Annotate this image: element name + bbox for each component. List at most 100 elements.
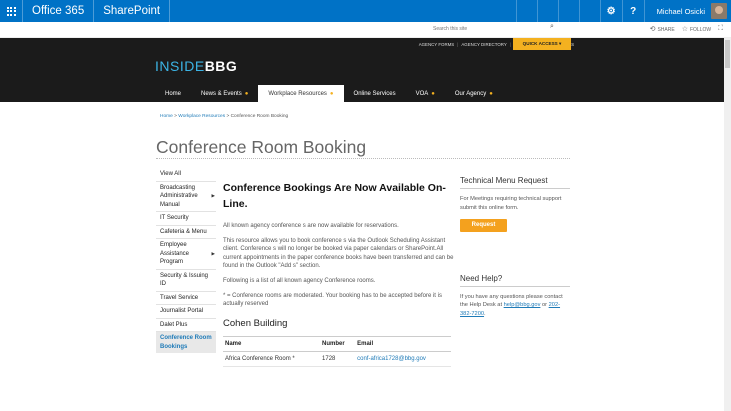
sharepoint-app-link[interactable]: SharePoint xyxy=(94,5,169,17)
nav-label: Home xyxy=(165,90,182,97)
need-help-title: Need Help? xyxy=(460,274,570,287)
content-paragraph: All known agency conference s are now av… xyxy=(223,223,399,229)
tech-request-text: For Meetings requiring technical support… xyxy=(460,196,562,211)
expand-arrow-icon[interactable]: ▶ xyxy=(212,250,215,259)
follow-label: FOLLOW xyxy=(689,27,712,33)
suite-bar: Office 365 SharePoint ⚙ ? Michael Osicki xyxy=(0,0,731,22)
breadcrumb-workplace-resources[interactable]: Workplace Resources xyxy=(178,114,225,119)
table-row: Africa Conference Room * 1728 conf-afric… xyxy=(223,351,451,367)
logo-bbg-text: BBG xyxy=(204,58,238,74)
user-menu[interactable]: Michael Osicki xyxy=(643,0,731,22)
room-email-link[interactable]: conf-africa1728@bbg.gov xyxy=(355,351,451,367)
nav-label: VOA xyxy=(415,90,429,97)
scrollbar-thumb[interactable] xyxy=(725,40,730,68)
nav-label: Workplace Resources xyxy=(268,90,327,97)
leftnav-label: Cafeteria & Menu xyxy=(160,228,207,235)
breadcrumb: Home > Workplace Resources > Conference … xyxy=(160,114,288,119)
search-input[interactable] xyxy=(430,23,561,35)
leftnav-dalet-plus[interactable]: Dalet Plus xyxy=(156,319,216,332)
conference-rooms-table: Name Number Email Africa Conference Room… xyxy=(223,335,451,367)
room-number: 1728 xyxy=(320,351,356,367)
tech-request-title: Technical Menu Request xyxy=(460,176,570,189)
leftnav-journalist-portal[interactable]: Journalist Portal xyxy=(156,305,216,319)
logo-inside-text: INSIDE xyxy=(155,58,205,74)
leftnav-label: Travel Service xyxy=(160,294,199,301)
content-paragraph: This resource allows you to book confere… xyxy=(223,237,454,270)
suite-blank-cell xyxy=(557,0,579,22)
settings-gear-icon[interactable]: ⚙ xyxy=(599,0,622,22)
request-button[interactable]: Request xyxy=(460,218,507,232)
nav-online-services[interactable]: Online Services xyxy=(344,85,406,102)
suite-blank-cell xyxy=(515,0,537,22)
user-name: Michael Osicki xyxy=(656,6,705,16)
leftnav-label: View All xyxy=(160,171,181,177)
share-icon: ⟲ xyxy=(649,26,656,33)
nav-workplace-resources[interactable]: Workplace Resources ● xyxy=(258,85,344,102)
leftnav-employee-assistance[interactable]: Employee Assistance Program ▶ xyxy=(156,239,216,270)
help-text: If you have any questions please contact… xyxy=(460,293,570,319)
content-paragraph: * = Conference rooms are moderated. Your… xyxy=(223,292,442,308)
utility-link-agency-directory[interactable]: AGENCY DIRECTORY xyxy=(461,42,506,47)
leftnav-cafeteria-menu[interactable]: Cafeteria & Menu xyxy=(156,226,216,239)
leftnav-label: IT Security xyxy=(160,215,189,221)
page-scrollbar[interactable] xyxy=(724,38,731,411)
follow-button[interactable]: ☆ FOLLOW xyxy=(682,25,711,33)
quick-access-button[interactable]: QUICK ACCESS ▾ xyxy=(513,38,571,50)
column-header-email: Email xyxy=(355,335,451,352)
app-launcher-button[interactable] xyxy=(0,0,22,22)
nav-label: Online Services xyxy=(353,90,396,97)
avatar xyxy=(711,3,727,19)
leftnav-label: Security & Issuing ID xyxy=(160,272,209,288)
leftnav-label: Broadcasting Administrative Manual xyxy=(160,184,198,208)
dropdown-dot-icon: ● xyxy=(489,90,493,97)
room-name: Africa Conference Room * xyxy=(223,351,321,367)
leftnav-view-all[interactable]: View All xyxy=(156,168,216,182)
help-text-end: . xyxy=(484,311,486,318)
content-paragraph: Following is a list of all known agency … xyxy=(223,277,376,284)
column-header-number: Number xyxy=(320,335,356,352)
dropdown-dot-icon: ● xyxy=(329,90,334,97)
help-email-link[interactable]: help@bbg.gov xyxy=(504,302,541,308)
left-nav: View All Broadcasting Administrative Man… xyxy=(156,168,216,353)
share-actions: ⟲ SHARE ☆ FOLLOW ⛶ xyxy=(650,25,725,33)
leftnav-it-security[interactable]: IT Security xyxy=(156,212,216,226)
suite-blank-cell xyxy=(536,0,558,22)
breadcrumb-current: Conference Room Booking xyxy=(230,114,289,119)
expand-arrow-icon[interactable]: ▶ xyxy=(212,192,215,201)
star-icon: ☆ xyxy=(681,26,688,33)
utility-link-agency-forms[interactable]: AGENCY FORMS xyxy=(419,42,455,47)
leftnav-broadcasting-manual[interactable]: Broadcasting Administrative Manual ▶ xyxy=(156,182,216,212)
dropdown-dot-icon: ● xyxy=(431,90,435,97)
leftnav-travel-service[interactable]: Travel Service xyxy=(156,292,216,305)
site-logo[interactable]: INSIDEBBG xyxy=(155,58,237,74)
leftnav-label: Journalist Portal xyxy=(160,308,204,314)
nav-voa[interactable]: VOA ● xyxy=(406,85,445,102)
nav-label: Our Agency xyxy=(454,90,487,97)
leftnav-label: Conference Room Bookings xyxy=(160,335,212,350)
divider xyxy=(156,158,570,159)
divider: | xyxy=(457,42,459,47)
page-title: Conference Room Booking xyxy=(156,137,367,157)
building-heading: Cohen Building xyxy=(223,317,288,329)
focus-content-icon[interactable]: ⛶ xyxy=(718,25,723,33)
nav-label: News & Events xyxy=(201,90,242,97)
content-heading: Conference Bookings Are Now Available On… xyxy=(223,182,446,210)
leftnav-security-id[interactable]: Security & Issuing ID xyxy=(156,270,216,292)
search-icon[interactable]: ⌕ xyxy=(550,23,554,31)
office365-brand-link[interactable]: Office 365 xyxy=(23,5,93,17)
nav-news-events[interactable]: News & Events ● xyxy=(191,85,258,102)
leftnav-label: Employee Assistance Program xyxy=(160,242,190,265)
help-question-icon[interactable]: ? xyxy=(621,0,644,22)
right-sidebar: Technical Menu Request For Meetings requ… xyxy=(460,176,570,319)
breadcrumb-home[interactable]: Home xyxy=(160,114,173,119)
dropdown-dot-icon: ● xyxy=(244,90,249,97)
leftnav-label: Dalet Plus xyxy=(160,321,188,328)
nav-home[interactable]: Home xyxy=(155,85,191,102)
share-bar: ⟲ SHARE ☆ FOLLOW ⛶ xyxy=(0,22,731,38)
leftnav-conference-room-bookings[interactable]: Conference Room Bookings xyxy=(156,332,216,353)
nav-our-agency[interactable]: Our Agency ● xyxy=(445,85,503,102)
main-content: Conference Bookings Are Now Available On… xyxy=(223,180,455,367)
help-text-or: or xyxy=(540,302,549,309)
suite-bar-right: ⚙ ? Michael Osicki xyxy=(515,0,731,22)
share-button[interactable]: ⟲ SHARE xyxy=(650,25,675,33)
